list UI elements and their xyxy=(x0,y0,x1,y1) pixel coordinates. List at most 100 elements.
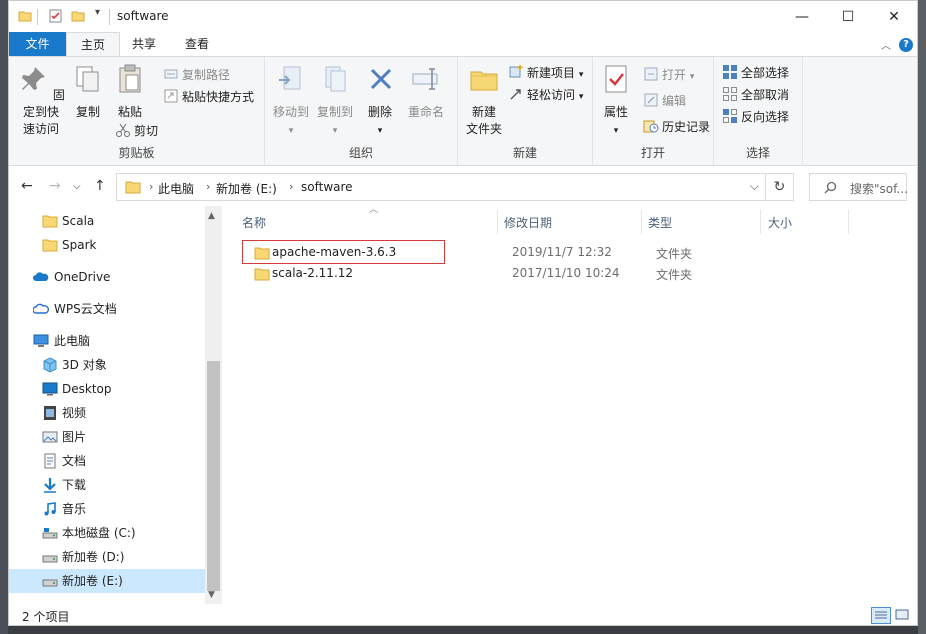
group-open: 属性 ▾ 打开 ▾ 编辑 历史记录 打开 xyxy=(593,57,714,165)
breadcrumb-this-pc[interactable]: 此电脑 xyxy=(158,180,194,197)
column-header-modified[interactable]: 修改日期 xyxy=(504,214,552,231)
download-icon xyxy=(44,478,56,493)
properties-check-icon[interactable] xyxy=(49,9,63,23)
qat-dropdown-icon[interactable]: ▾ xyxy=(95,7,100,18)
rename-button[interactable]: 重命名 xyxy=(405,63,447,121)
copy-to-button[interactable]: 复制到 ▾ xyxy=(315,63,355,140)
breadcrumb-separator-icon[interactable]: › xyxy=(149,180,153,193)
up-arrow-icon[interactable]: ↑ xyxy=(94,178,106,194)
drive-icon xyxy=(42,555,58,563)
nav-item-documents[interactable]: 文档 xyxy=(9,449,205,473)
easy-access-dropdown-icon: ▾ xyxy=(578,92,584,102)
close-button[interactable]: ✕ xyxy=(871,1,917,32)
paste-shortcut-button[interactable]: 粘贴快捷方式 xyxy=(163,87,254,107)
breadcrumb-separator-icon[interactable]: › xyxy=(289,180,293,193)
delete-x-icon xyxy=(370,68,392,90)
nav-item-this-pc[interactable]: 此电脑 xyxy=(9,329,205,353)
address-bar[interactable]: › 此电脑 › 新加卷 (E:) › software ⌵ xyxy=(116,173,766,201)
nav-item-wps-cloud[interactable]: WPS云文档 xyxy=(9,297,205,321)
pin-quick-access-button[interactable]: 固定到快 速访问 xyxy=(15,63,67,138)
back-arrow-icon[interactable]: ← xyxy=(21,178,33,194)
help-icon[interactable]: ? xyxy=(899,38,913,52)
copy-path-button[interactable]: 复制路径 xyxy=(163,65,230,85)
select-all-label: 全部选择 xyxy=(741,66,790,80)
file-modified: 2017/11/10 10:24 xyxy=(512,266,620,280)
details-view-icon xyxy=(875,611,887,619)
open-button[interactable]: 打开 ▾ xyxy=(643,65,694,85)
search-box[interactable]: 搜索"sof... xyxy=(809,173,908,201)
tab-share[interactable]: 共享 xyxy=(118,32,170,56)
recent-locations-chevron-icon[interactable]: ⌵ xyxy=(73,181,81,192)
search-placeholder: 搜索"sof... xyxy=(850,182,908,196)
easy-access-button[interactable]: 轻松访问 ▾ xyxy=(508,85,583,105)
address-dropdown-chevron-icon[interactable]: ⌵ xyxy=(750,179,759,194)
nav-item-pictures[interactable]: 图片 xyxy=(9,425,205,449)
delete-button[interactable]: 删除 ▾ xyxy=(365,63,395,140)
maximize-button[interactable]: ☐ xyxy=(825,1,871,32)
paste-button[interactable]: 粘贴 xyxy=(113,63,147,121)
select-none-button[interactable]: 全部取消 xyxy=(722,85,789,105)
paste-label: 粘贴 xyxy=(117,105,142,119)
edit-button[interactable]: 编辑 xyxy=(643,91,686,111)
column-header-size[interactable]: 大小 xyxy=(768,214,792,231)
nav-label: 本地磁盘 (C:) xyxy=(62,526,136,540)
collapse-ribbon-icon[interactable]: ︿ xyxy=(881,37,891,52)
nav-label: 文档 xyxy=(62,454,87,468)
column-header-type[interactable]: 类型 xyxy=(648,214,672,231)
select-all-button[interactable]: 全部选择 xyxy=(722,63,789,83)
breadcrumb-separator-icon[interactable]: › xyxy=(206,180,210,193)
invert-selection-label: 反向选择 xyxy=(741,110,790,124)
drive-icon xyxy=(42,528,58,539)
nav-scrollbar[interactable]: ▲ ▼ xyxy=(205,206,222,604)
column-header-name[interactable]: 名称 xyxy=(242,214,266,231)
nav-item-downloads[interactable]: 下载 xyxy=(9,473,205,497)
address-folder-icon xyxy=(125,181,141,194)
new-item-button[interactable]: 新建项目 ▾ xyxy=(508,63,583,83)
cloud-icon xyxy=(33,272,49,281)
properties-button[interactable]: 属性 ▾ xyxy=(599,63,633,140)
nav-item-scala[interactable]: Scala xyxy=(9,209,205,233)
group-label-new: 新建 xyxy=(512,146,537,160)
forward-arrow-icon[interactable]: → xyxy=(49,178,61,194)
refresh-button[interactable]: ↻ xyxy=(766,173,794,201)
invert-selection-button[interactable]: 反向选择 xyxy=(722,107,789,127)
folder-icon xyxy=(42,215,58,228)
nav-label: 新加卷 (E:) xyxy=(62,574,123,588)
tab-home[interactable]: 主页 xyxy=(66,32,121,56)
table-row[interactable]: scala-2.11.12 2017/11/10 10:24 文件夹 xyxy=(242,264,862,284)
copy-button[interactable]: 复制 xyxy=(71,63,105,121)
new-folder-qat-icon[interactable] xyxy=(71,9,85,23)
nav-item-desktop[interactable]: Desktop xyxy=(9,377,205,401)
nav-item-drive-c[interactable]: 本地磁盘 (C:) xyxy=(9,521,205,545)
nav-item-drive-e[interactable]: 新加卷 (E:) xyxy=(9,569,205,593)
nav-item-spark[interactable]: Spark xyxy=(9,233,205,257)
move-to-icon xyxy=(279,66,301,90)
column-divider[interactable] xyxy=(641,210,642,234)
nav-label: 音乐 xyxy=(62,502,87,516)
minimize-button[interactable]: — xyxy=(779,1,825,32)
tab-file[interactable]: 文件 xyxy=(9,32,66,56)
tab-view[interactable]: 查看 xyxy=(171,32,223,56)
column-divider[interactable] xyxy=(497,210,498,234)
details-view-button[interactable] xyxy=(871,607,891,624)
new-folder-label: 新建 文件夹 xyxy=(465,105,502,136)
breadcrumb-software[interactable]: software xyxy=(301,180,353,194)
scroll-down-icon[interactable]: ▼ xyxy=(208,590,215,600)
new-folder-button[interactable]: 新建 文件夹 xyxy=(462,63,506,138)
nav-item-3d-objects[interactable]: 3D 对象 xyxy=(9,353,205,377)
nav-item-drive-d[interactable]: 新加卷 (D:) xyxy=(9,545,205,569)
column-divider[interactable] xyxy=(848,210,849,234)
move-to-button[interactable]: 移动到 ▾ xyxy=(271,63,311,140)
large-icons-view-button[interactable] xyxy=(893,607,913,624)
column-divider[interactable] xyxy=(760,210,761,234)
cut-button[interactable]: 剪切 xyxy=(115,121,158,141)
history-button[interactable]: 历史记录 xyxy=(643,117,710,137)
scroll-up-icon[interactable]: ▲ xyxy=(208,211,215,221)
nav-item-onedrive[interactable]: OneDrive xyxy=(9,265,205,289)
nav-scroll-thumb[interactable] xyxy=(207,361,220,591)
history-label: 历史记录 xyxy=(662,120,711,134)
nav-item-music[interactable]: 音乐 xyxy=(9,497,205,521)
nav-item-videos[interactable]: 视频 xyxy=(9,401,205,425)
nav-label: 此电脑 xyxy=(54,334,91,348)
breadcrumb-drive-e[interactable]: 新加卷 (E:) xyxy=(216,180,277,197)
